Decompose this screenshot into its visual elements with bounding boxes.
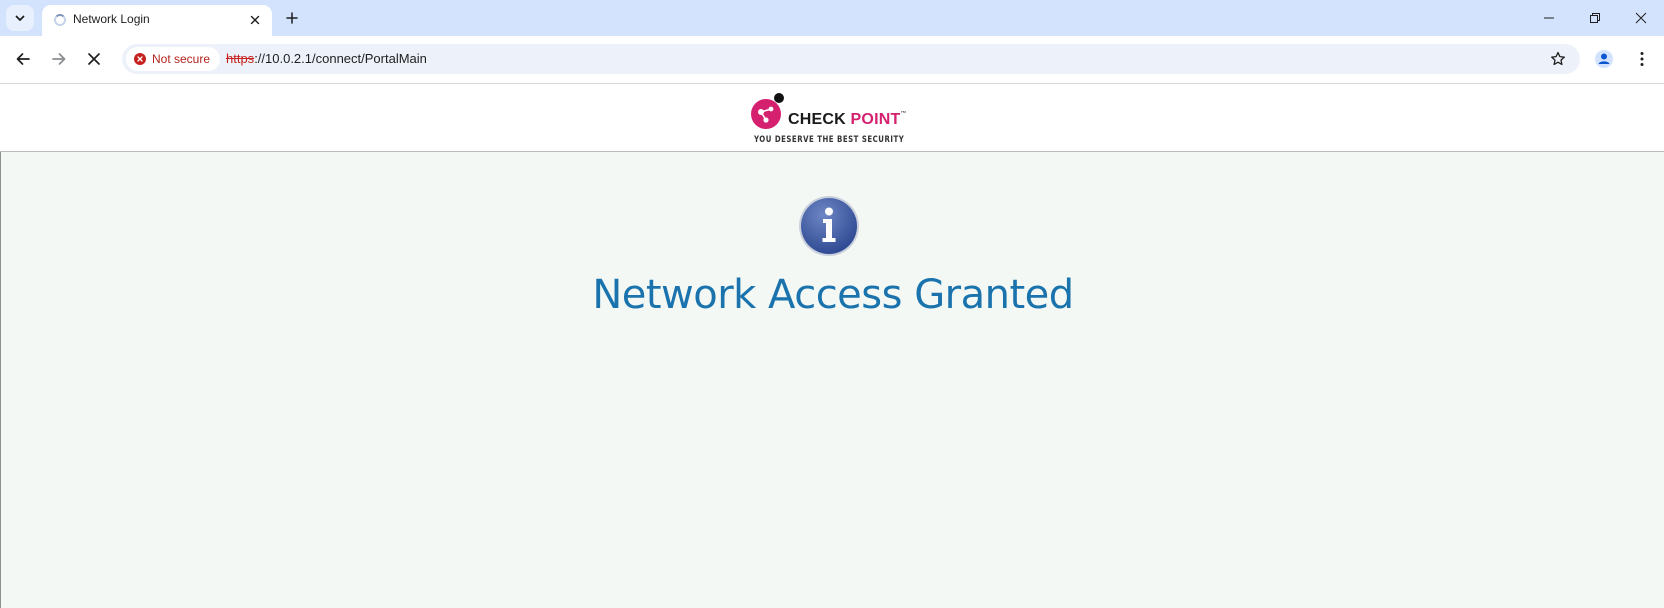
minimize-icon <box>1544 17 1554 19</box>
plus-icon <box>286 12 298 24</box>
tab-network-login[interactable]: Network Login <box>42 5 272 36</box>
address-bar[interactable]: Not secure https://10.0.2.1/connect/Port… <box>122 44 1580 74</box>
minimize-button[interactable] <box>1526 0 1572 36</box>
forward-arrow-icon <box>52 53 66 65</box>
security-chip[interactable]: Not secure <box>126 47 221 71</box>
vertical-dots-icon <box>1640 52 1644 66</box>
error-circle-icon <box>134 53 146 65</box>
brand-name: CHECK POINT™ <box>788 111 907 128</box>
spinner-icon <box>54 14 66 26</box>
check-point-logo: CHECK POINT™ YOU DESERVE THE BEST SECURI… <box>748 89 918 149</box>
close-icon <box>1635 12 1647 24</box>
profile-button[interactable] <box>1592 47 1616 71</box>
new-tab-button[interactable] <box>280 6 304 30</box>
tab-strip: Network Login <box>0 0 1664 36</box>
url-path: ://10.0.2.1/connect/PortalMain <box>254 51 427 66</box>
security-label: Not secure <box>152 52 211 66</box>
brand-tagline: YOU DESERVE THE BEST SECURITY <box>754 135 905 145</box>
close-icon <box>250 15 260 25</box>
browser-toolbar: Not secure https://10.0.2.1/connect/Port… <box>0 36 1664 84</box>
check-point-logo-mark <box>751 93 784 129</box>
close-window-button[interactable] <box>1618 0 1664 36</box>
star-icon <box>1551 51 1565 66</box>
restore-icon <box>1590 13 1600 23</box>
back-button[interactable] <box>9 45 37 73</box>
stop-button[interactable] <box>80 45 108 73</box>
tab-title: Network Login <box>73 12 150 26</box>
back-arrow-icon <box>16 53 30 65</box>
chevron-down-icon <box>15 15 25 21</box>
portal-header: CHECK POINT™ YOU DESERVE THE BEST SECURI… <box>0 84 1664 152</box>
url-text[interactable]: https://10.0.2.1/connect/PortalMain <box>226 51 427 66</box>
stop-icon <box>88 53 100 65</box>
restore-button[interactable] <box>1572 0 1618 36</box>
status-title: Network Access Granted <box>592 272 1074 318</box>
info-icon <box>799 196 859 256</box>
forward-button[interactable] <box>45 45 73 73</box>
tab-search-button[interactable] <box>6 5 34 31</box>
bookmark-button[interactable] <box>1548 49 1568 69</box>
person-icon <box>1595 50 1613 68</box>
url-scheme: https <box>226 51 255 66</box>
portal-content: Network Access Granted <box>0 152 1664 608</box>
browser-menu-button[interactable] <box>1630 47 1654 71</box>
tab-close-button[interactable] <box>246 11 264 29</box>
